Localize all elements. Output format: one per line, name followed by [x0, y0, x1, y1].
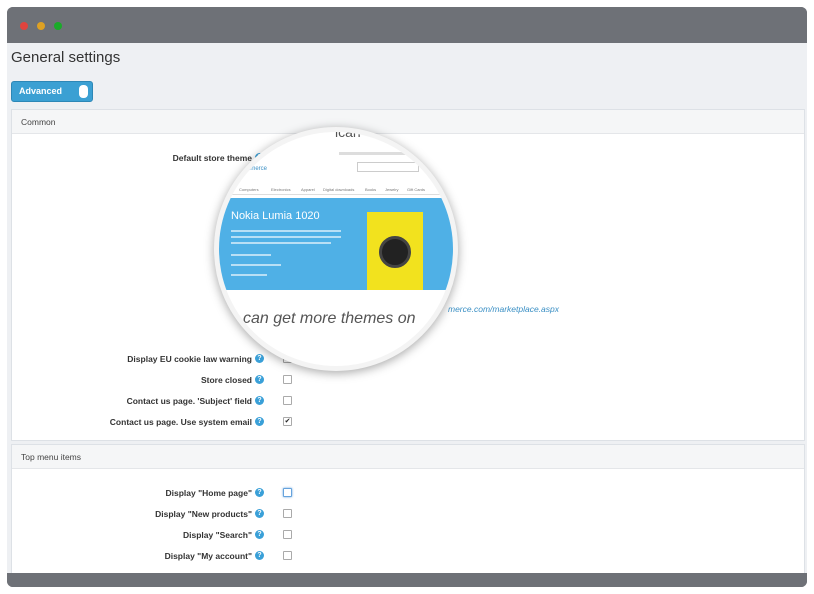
- display-home-page-row: Display "Home page" ?: [12, 485, 804, 503]
- magnifier-footer-text: can get more themes on: [243, 310, 416, 327]
- theme-preview-magnifier: ican commerce Computers Electronics Appa…: [214, 127, 458, 371]
- close-window-icon[interactable]: [20, 22, 28, 30]
- question-icon[interactable]: ?: [255, 551, 264, 560]
- advanced-toggle-label: Advanced: [19, 86, 63, 96]
- display-search-checkbox[interactable]: [283, 530, 292, 539]
- page-content: General settings Advanced Common Default…: [7, 43, 807, 573]
- magnifier-nav-item: Apparel: [301, 187, 315, 192]
- magnifier-text-line: [231, 230, 341, 232]
- phone-image: [367, 212, 423, 290]
- magnifier-text-line: [231, 254, 271, 256]
- question-icon[interactable]: ?: [255, 396, 264, 405]
- contact-system-email-checkbox[interactable]: ✔: [283, 417, 292, 426]
- display-new-products-row: Display "New products" ?: [12, 506, 804, 524]
- default-theme-label: Default store theme: [172, 153, 252, 163]
- magnifier-top-links: [339, 152, 429, 155]
- magnifier-text-line: [231, 236, 341, 238]
- display-home-page-checkbox[interactable]: [283, 488, 292, 497]
- store-closed-label: Store closed: [200, 375, 252, 385]
- question-icon[interactable]: ?: [255, 417, 264, 426]
- magnifier-nav-item: Computers: [239, 187, 259, 192]
- contact-system-email-label: Contact us page. Use system email: [109, 417, 252, 427]
- toggle-knob-icon: [79, 85, 88, 98]
- magnifier-slider-banner: Nokia Lumia 1020: [219, 198, 453, 290]
- magnifier-search-box: [357, 162, 419, 172]
- marketplace-link[interactable]: merce.com/marketplace.aspx: [448, 304, 559, 314]
- contact-system-email-row: Contact us page. Use system email ? ✔: [12, 414, 804, 432]
- store-closed-row: Store closed ?: [12, 372, 804, 390]
- display-new-products-label: Display "New products": [155, 509, 252, 519]
- display-my-account-checkbox[interactable]: [283, 551, 292, 560]
- top-menu-panel: Top menu items Display "Home page" ? Dis…: [11, 444, 805, 573]
- browser-window: General settings Advanced Common Default…: [7, 7, 807, 587]
- zoom-window-icon[interactable]: [54, 22, 62, 30]
- eu-cookie-row: Display EU cookie law warning ?: [12, 351, 804, 369]
- display-my-account-row: Display "My account" ?: [12, 548, 804, 566]
- display-search-row: Display "Search" ?: [12, 527, 804, 545]
- eu-cookie-label: Display EU cookie law warning: [127, 354, 252, 364]
- magnifier-logo: commerce: [239, 166, 268, 172]
- contact-subject-checkbox[interactable]: [283, 396, 292, 405]
- display-my-account-label: Display "My account": [164, 551, 252, 561]
- display-search-label: Display "Search": [182, 530, 252, 540]
- magnifier-nav-item: Books: [365, 187, 377, 192]
- top-menu-panel-title: Top menu items: [21, 452, 81, 462]
- common-panel-title: Common: [21, 117, 56, 127]
- common-panel-header[interactable]: Common: [12, 110, 804, 134]
- display-home-page-label: Display "Home page": [165, 488, 252, 498]
- title-bar: [7, 7, 807, 43]
- magnifier-text-line: [231, 274, 267, 276]
- top-menu-panel-header[interactable]: Top menu items: [12, 445, 804, 469]
- magnifier-text-line: [231, 264, 281, 266]
- magnifier-nav-item: Gift Cards: [407, 187, 426, 192]
- question-icon[interactable]: ?: [255, 530, 264, 539]
- magnifier-nav-item: Jewelry: [385, 187, 399, 192]
- magnifier-nav-item: Digital downloads: [323, 187, 355, 192]
- camera-icon: [379, 236, 411, 268]
- store-closed-checkbox[interactable]: [283, 375, 292, 384]
- magnifier-nav: Computers Electronics Apparel Digital do…: [219, 186, 453, 195]
- question-icon[interactable]: ?: [255, 488, 264, 497]
- contact-subject-label: Contact us page. 'Subject' field: [126, 396, 252, 406]
- display-new-products-checkbox[interactable]: [283, 509, 292, 518]
- magnifier-nav-item: Electronics: [271, 187, 291, 192]
- magnifier-top-text: ican: [335, 127, 361, 140]
- magnifier-slide-title: Nokia Lumia 1020: [231, 210, 320, 222]
- page-title: General settings: [11, 49, 121, 66]
- question-icon[interactable]: ?: [255, 354, 264, 363]
- bottom-bar: [7, 573, 807, 587]
- question-icon[interactable]: ?: [255, 509, 264, 518]
- minimize-window-icon[interactable]: [37, 22, 45, 30]
- magnifier-text-line: [231, 242, 331, 244]
- contact-subject-row: Contact us page. 'Subject' field ?: [12, 393, 804, 411]
- question-icon[interactable]: ?: [255, 375, 264, 384]
- advanced-toggle-button[interactable]: Advanced: [11, 81, 93, 102]
